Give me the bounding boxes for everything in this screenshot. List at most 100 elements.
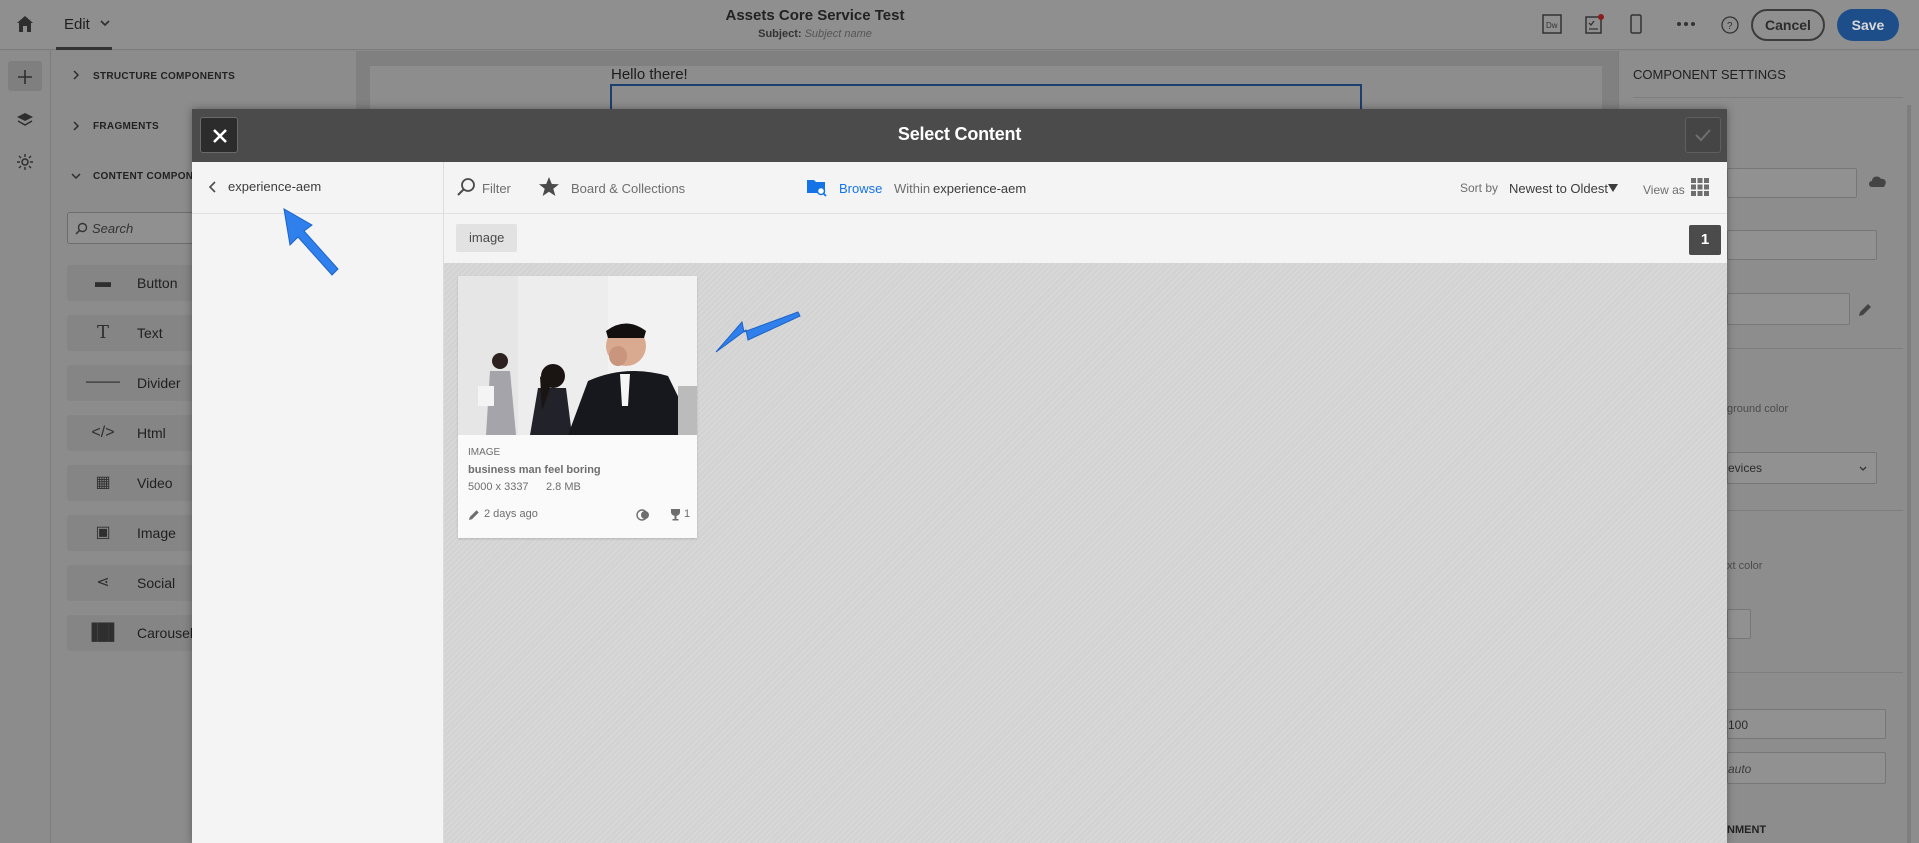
button-icon: ▬ [95, 274, 111, 291]
overlapping-circles-icon [636, 509, 649, 521]
component-label: Social [137, 575, 176, 591]
film-icon: ▦ [95, 474, 111, 491]
asset-modified: 2 days ago [484, 508, 538, 520]
chevron-down-icon[interactable] [70, 170, 82, 182]
edit-icon[interactable] [1857, 302, 1873, 318]
component-label: Video [137, 475, 173, 491]
color-swatch[interactable] [1727, 609, 1751, 639]
alignment-label-fragment: NMENT [1727, 824, 1767, 836]
help-icon[interactable]: ? [1719, 14, 1741, 36]
dialog-toolbar: Filter Board & Collections Browse Within… [444, 162, 1727, 214]
annotation-arrow [283, 208, 339, 276]
filter-tag[interactable]: image [456, 224, 518, 252]
search-icon[interactable] [456, 177, 476, 197]
asset-card[interactable]: IMAGE business man feel boring 5000 x 33… [458, 276, 697, 538]
text-color-label-fragment: xt color [1727, 560, 1763, 572]
checkmark-icon [1695, 129, 1711, 142]
component-label: Text [137, 325, 163, 341]
section-structure[interactable]: STRUCTURE COMPONENTS [93, 71, 235, 82]
mode-dropdown[interactable]: Edit [64, 16, 90, 33]
settings-divider [1727, 510, 1903, 511]
mobile-preview-icon[interactable] [1625, 13, 1647, 35]
bg-color-label-fragment: ground color [1727, 403, 1789, 415]
subject-input[interactable]: Subject name [805, 28, 872, 40]
checklist-icon[interactable] [1583, 13, 1605, 35]
devices-select-value: evices [1728, 461, 1763, 475]
subject-line: Subject: Subject name [650, 28, 980, 40]
section-fragments[interactable]: FRAGMENTS [93, 121, 159, 132]
sort-dropdown[interactable]: Newest to Oldest [1509, 181, 1608, 196]
chevron-right-icon[interactable] [70, 69, 82, 81]
asset-usage-count: 1 [684, 508, 691, 520]
canvas-text-block[interactable]: Hello there! [611, 66, 688, 83]
browse-button[interactable]: Browse [839, 181, 882, 196]
settings-field[interactable] [1727, 168, 1857, 198]
cloud-upload-icon[interactable] [1867, 172, 1889, 192]
height-input-value: auto [1728, 762, 1752, 776]
within-label: Within [894, 181, 931, 196]
settings-divider [1727, 672, 1903, 673]
home-icon[interactable] [15, 14, 35, 34]
chevron-down-icon[interactable] [99, 17, 111, 29]
devices-select[interactable]: evices [1727, 452, 1877, 484]
section-content[interactable]: CONTENT COMPONENTS [93, 171, 192, 182]
asset-title: business man feel boring [468, 464, 601, 476]
subject-label: Subject: [758, 28, 802, 40]
view-as-label: View as [1643, 183, 1685, 197]
grid-view-icon[interactable] [1691, 178, 1709, 196]
settings-field[interactable] [1727, 293, 1850, 325]
breadcrumb-folder[interactable]: experience-aem [228, 179, 321, 194]
code-icon: </> [91, 424, 115, 441]
carousel-icon: ▐█▌ [85, 624, 120, 641]
filter-button[interactable]: Filter [482, 181, 511, 196]
width-input[interactable]: 100 [1727, 709, 1886, 739]
caret-down-icon[interactable] [1608, 184, 1618, 192]
settings-divider [1727, 348, 1903, 349]
share-icon: ⋖ [96, 574, 110, 591]
search-placeholder: Search [92, 221, 134, 236]
asset-filesize: 2.8 MB [546, 481, 581, 493]
component-label: Carousel [137, 625, 194, 641]
svg-text:?: ? [1727, 21, 1733, 32]
asset-type: IMAGE [468, 447, 501, 458]
asset-thumbnail [458, 276, 697, 435]
page-title: Assets Core Service Test [725, 7, 905, 24]
within-value: experience-aem [933, 181, 1027, 196]
component-label: Image [137, 525, 176, 541]
add-icon[interactable] [16, 68, 34, 86]
divider-icon: ─── [85, 374, 120, 391]
height-input[interactable]: auto [1727, 752, 1886, 784]
top-bar: Edit Assets Core Service Test Subject: S… [0, 0, 1919, 50]
more-icon[interactable] [1675, 13, 1697, 35]
chevron-right-icon[interactable] [70, 120, 82, 132]
annotation-arrow [715, 311, 801, 353]
star-icon[interactable] [538, 176, 560, 198]
save-button[interactable]: Save [1837, 9, 1899, 41]
settings-icon[interactable] [16, 153, 34, 171]
chevron-left-icon[interactable] [208, 181, 218, 193]
collections-button[interactable]: Board & Collections [571, 181, 685, 196]
settings-field[interactable] [1727, 230, 1877, 260]
cancel-button[interactable]: Cancel [1751, 9, 1825, 41]
svg-text:Dw: Dw [1546, 21, 1558, 30]
filter-bar: image 1 [444, 215, 1727, 263]
browse-folder-icon[interactable] [806, 176, 828, 198]
chevron-down-icon [1859, 466, 1867, 471]
page-count-badge: 1 [1689, 225, 1721, 255]
layers-icon[interactable] [16, 111, 34, 129]
text-icon: T [96, 322, 109, 343]
component-label: Button [137, 275, 178, 291]
left-rail [0, 51, 51, 843]
width-input-value: 100 [1728, 718, 1749, 732]
dialog-header: Select Content [192, 109, 1727, 162]
mode-underline [56, 47, 112, 50]
image-icon: ▣ [95, 524, 111, 541]
confirm-button[interactable] [1685, 117, 1721, 153]
asset-dimensions: 5000 x 3337 [468, 481, 529, 493]
pencil-icon [469, 510, 479, 520]
dreamweaver-icon[interactable]: Dw [1541, 13, 1563, 35]
settings-scrollbar[interactable] [1907, 105, 1911, 843]
settings-divider [1633, 97, 1903, 98]
results-grid: IMAGE business man feel boring 5000 x 33… [444, 263, 1727, 843]
component-label: Divider [137, 375, 181, 391]
